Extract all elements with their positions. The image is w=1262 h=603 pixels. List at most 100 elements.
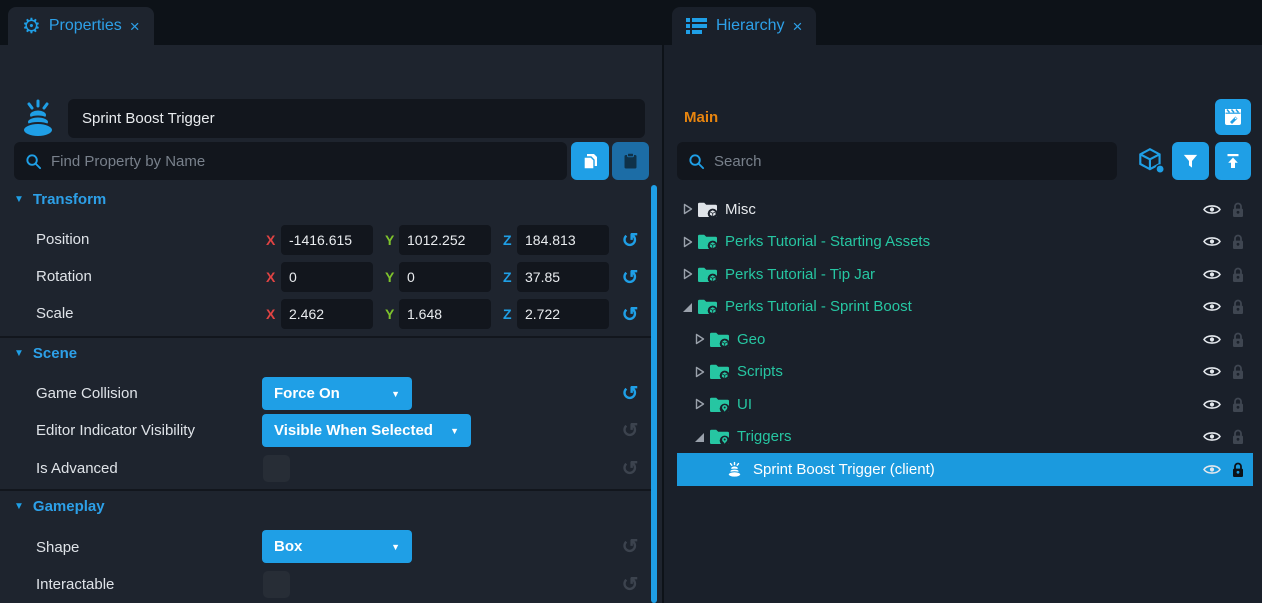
upload-arrow-icon <box>1223 151 1243 171</box>
lock-icon[interactable] <box>1230 461 1245 478</box>
position-label: Position <box>36 231 89 248</box>
reset-is-advanced-button[interactable]: ↺ <box>617 455 643 481</box>
reset-shape-button[interactable]: ↺ <box>617 533 643 559</box>
position-y-input[interactable] <box>399 225 491 255</box>
expand-arrow-icon[interactable] <box>679 300 695 314</box>
properties-scrollbar[interactable] <box>651 185 657 603</box>
visibility-eye-icon[interactable] <box>1201 364 1223 379</box>
interactable-checkbox[interactable] <box>263 571 290 598</box>
scale-y-input[interactable] <box>399 299 491 329</box>
node-icon <box>697 266 719 283</box>
tree-row[interactable]: UI <box>677 388 1253 421</box>
axis-y-label: Y <box>385 269 399 285</box>
lock-icon[interactable] <box>1230 331 1245 348</box>
game-collision-dropdown[interactable]: Force On ▼ <box>262 377 412 410</box>
tree-row-label: Sprint Boost Trigger (client) <box>753 461 1201 478</box>
tree-row[interactable]: Misc <box>677 193 1253 226</box>
expand-arrow-icon[interactable] <box>691 365 707 379</box>
indicator-visibility-dropdown[interactable]: Visible When Selected ▼ <box>262 414 471 447</box>
close-icon[interactable]: × <box>130 18 140 35</box>
lock-icon[interactable] <box>1230 428 1245 445</box>
scene-context-label: Main <box>684 109 718 126</box>
section-divider <box>0 336 651 338</box>
paste-clipboard-icon <box>621 151 640 171</box>
tab-properties[interactable]: ⚙ Properties × <box>8 7 154 45</box>
properties-body: ▼ Transform Position X Y Z ↺ Rotation X … <box>0 45 662 603</box>
copy-icon <box>581 151 600 171</box>
reset-interactable-button[interactable]: ↺ <box>617 571 643 597</box>
is-advanced-checkbox[interactable] <box>263 455 290 482</box>
dropdown-value: Visible When Selected <box>274 422 440 439</box>
reset-indicator-button[interactable]: ↺ <box>617 417 643 443</box>
rotation-y-input[interactable] <box>399 262 491 292</box>
visibility-eye-icon[interactable] <box>1201 202 1223 217</box>
scale-z-input[interactable] <box>517 299 609 329</box>
visibility-eye-icon[interactable] <box>1201 397 1223 412</box>
tree-row-label: Perks Tutorial - Starting Assets <box>725 233 1201 250</box>
tree-row[interactable]: Sprint Boost Trigger (client) <box>677 453 1253 486</box>
lock-icon[interactable] <box>1230 363 1245 380</box>
reset-scale-button[interactable]: ↺ <box>617 301 643 327</box>
tree-row[interactable]: Perks Tutorial - Tip Jar <box>677 258 1253 291</box>
filter-button[interactable] <box>1172 142 1209 180</box>
rotation-x-input[interactable] <box>281 262 373 292</box>
rotation-z-input[interactable] <box>517 262 609 292</box>
tree-row[interactable]: Geo <box>677 323 1253 356</box>
visibility-eye-icon[interactable] <box>1201 332 1223 347</box>
expand-arrow-icon[interactable] <box>691 397 707 411</box>
hierarchy-tab-label: Hierarchy <box>716 17 784 35</box>
visibility-eye-icon[interactable] <box>1201 299 1223 314</box>
visibility-eye-icon[interactable] <box>1201 462 1223 477</box>
visibility-eye-icon[interactable] <box>1201 267 1223 282</box>
expand-arrow-icon[interactable] <box>691 332 707 346</box>
shape-dropdown[interactable]: Box ▼ <box>262 530 412 563</box>
lock-icon[interactable] <box>1230 298 1245 315</box>
lock-icon[interactable] <box>1230 201 1245 218</box>
axis-x-label: X <box>266 306 280 322</box>
paste-properties-button[interactable] <box>612 142 649 180</box>
lock-icon[interactable] <box>1230 396 1245 413</box>
scale-x-input[interactable] <box>281 299 373 329</box>
expand-arrow-icon[interactable] <box>691 430 707 444</box>
section-scene-header[interactable]: ▼ Scene <box>14 345 77 362</box>
section-gameplay-header[interactable]: ▼ Gameplay <box>14 498 105 515</box>
asset-cube-icon[interactable] <box>1136 147 1166 175</box>
node-icon <box>697 233 719 250</box>
tree-row-label: Misc <box>725 201 1201 218</box>
export-button[interactable] <box>1215 142 1251 180</box>
reset-game-collision-button[interactable]: ↺ <box>617 380 643 406</box>
dropdown-value: Box <box>274 538 381 555</box>
chevron-down-icon: ▼ <box>14 194 24 205</box>
expand-arrow-icon[interactable] <box>679 235 695 249</box>
expand-arrow-icon[interactable] <box>679 202 695 216</box>
position-x-input[interactable] <box>281 225 373 255</box>
close-icon[interactable]: × <box>792 18 802 35</box>
node-icon <box>697 201 719 218</box>
hierarchy-search-input[interactable] <box>714 153 1106 170</box>
reset-rotation-button[interactable]: ↺ <box>617 264 643 290</box>
lock-icon[interactable] <box>1230 266 1245 283</box>
object-name-input[interactable] <box>68 99 645 138</box>
properties-panel: ⚙ Properties × <box>0 0 662 603</box>
scene-manager-button[interactable] <box>1215 99 1251 135</box>
axis-z-label: Z <box>503 232 517 248</box>
property-search-input[interactable] <box>51 153 556 170</box>
node-icon <box>725 460 747 479</box>
expand-arrow-icon[interactable] <box>679 267 695 281</box>
lock-icon[interactable] <box>1230 233 1245 250</box>
tab-hierarchy[interactable]: Hierarchy × <box>672 7 816 45</box>
visibility-eye-icon[interactable] <box>1201 234 1223 249</box>
tree-row[interactable]: Scripts <box>677 356 1253 389</box>
tree-row[interactable]: Perks Tutorial - Starting Assets <box>677 226 1253 259</box>
position-z-input[interactable] <box>517 225 609 255</box>
tree-row[interactable]: Perks Tutorial - Sprint Boost <box>677 291 1253 324</box>
reset-position-button[interactable]: ↺ <box>617 227 643 253</box>
section-transform-header[interactable]: ▼ Transform <box>14 191 106 208</box>
visibility-eye-icon[interactable] <box>1201 429 1223 444</box>
hierarchy-tabbar: Hierarchy × <box>664 0 1262 45</box>
tree-row-label: Geo <box>737 331 1201 348</box>
copy-properties-button[interactable] <box>571 142 609 180</box>
is-advanced-label: Is Advanced <box>36 460 118 477</box>
tree-row-label: Scripts <box>737 363 1201 380</box>
tree-row[interactable]: Triggers <box>677 421 1253 454</box>
